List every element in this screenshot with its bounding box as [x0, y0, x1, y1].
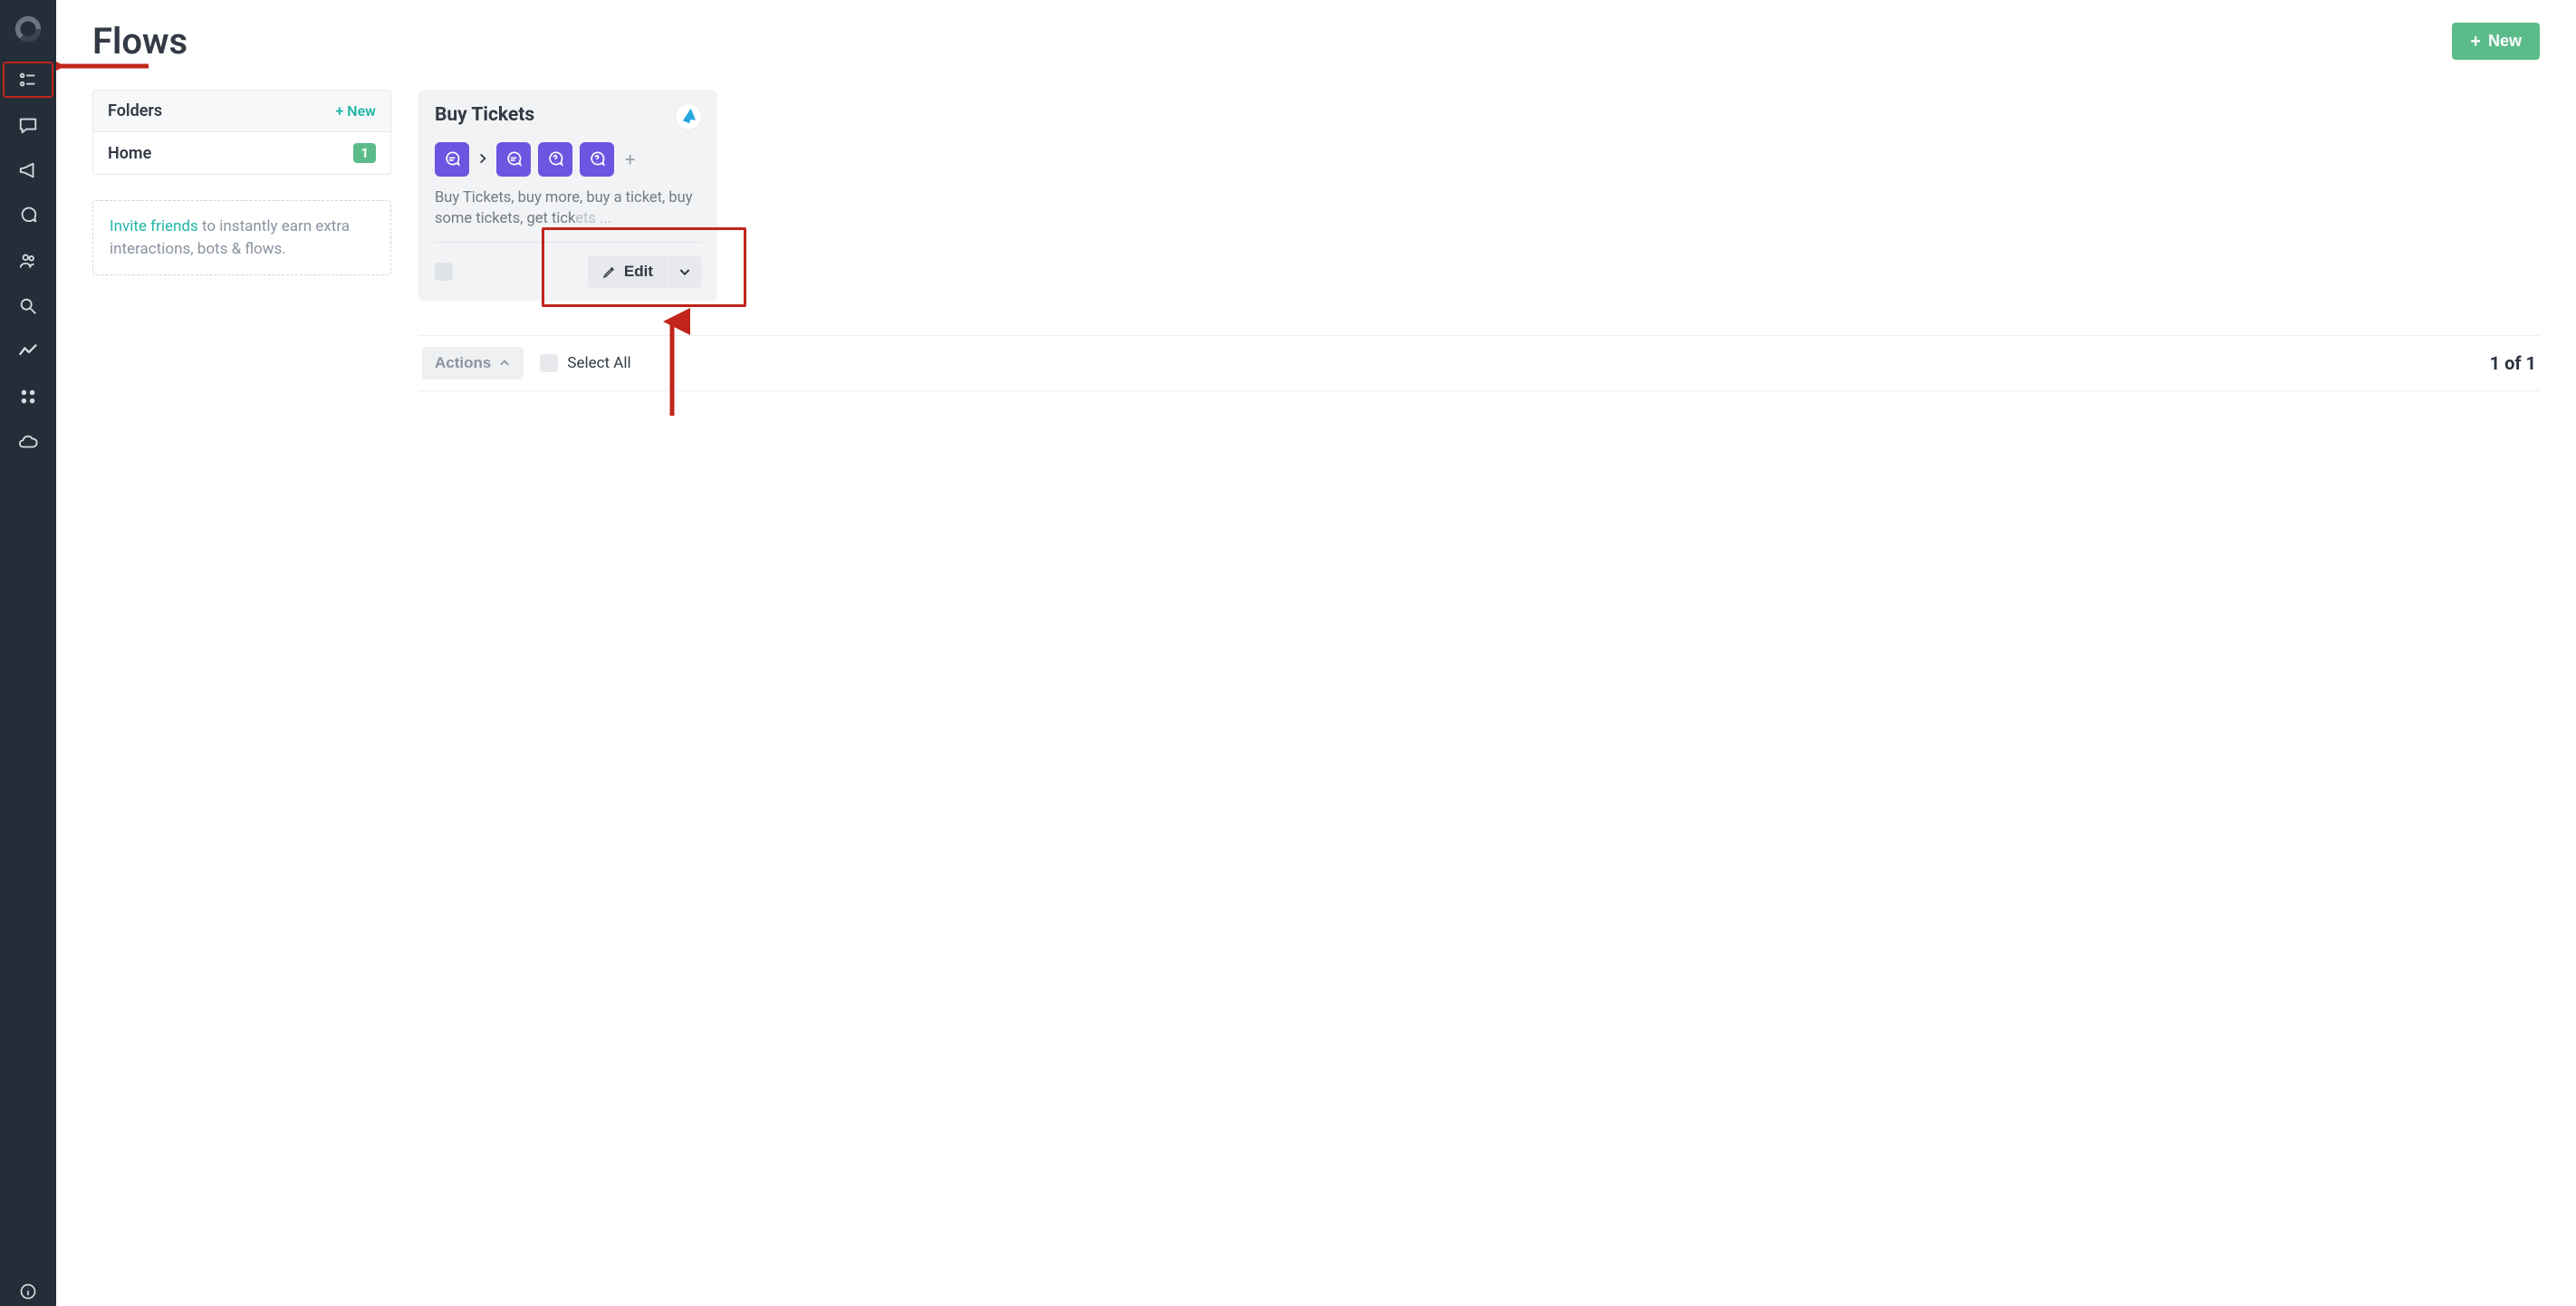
- flow-step-question-icon[interactable]: [580, 142, 614, 177]
- main-content: Flows + New Folders + New Home 1: [56, 0, 2576, 1306]
- invite-box: Invite friends to instantly earn extra i…: [92, 200, 391, 275]
- telegram-icon: [676, 104, 701, 130]
- folders-panel: Folders + New Home 1: [92, 90, 391, 175]
- actions-bar: Actions Select All 1 of 1: [418, 335, 2540, 391]
- app-logo: [10, 11, 46, 47]
- folders-header: Folders + New: [93, 91, 390, 131]
- folders-title: Folders: [108, 101, 162, 120]
- folder-row-home[interactable]: Home 1: [93, 131, 390, 174]
- flow-title: Buy Tickets: [435, 104, 534, 126]
- chevron-up-icon: [498, 357, 511, 370]
- nav-item-flows[interactable]: [3, 62, 53, 98]
- actions-label: Actions: [435, 354, 491, 372]
- nav-item-cloud[interactable]: [3, 424, 53, 460]
- plus-icon: +: [335, 102, 343, 120]
- flow-step-question-icon[interactable]: [538, 142, 572, 177]
- plus-icon: +: [2470, 33, 2481, 51]
- folders-column: Folders + New Home 1 Invite friends to i…: [92, 90, 391, 275]
- nav-item-help[interactable]: [0, 1282, 56, 1301]
- edit-dropdown-button[interactable]: [668, 255, 701, 288]
- folder-name: Home: [108, 144, 151, 163]
- new-folder-label: New: [347, 102, 376, 120]
- edit-label: Edit: [624, 263, 653, 281]
- chevron-right-icon: [476, 151, 489, 168]
- invite-friends-link[interactable]: Invite friends: [110, 217, 198, 235]
- page-title: Flows: [92, 20, 187, 62]
- nav-item-chat[interactable]: [3, 107, 53, 143]
- new-flow-label: New: [2488, 32, 2522, 51]
- select-all-label: Select All: [567, 354, 630, 372]
- select-all[interactable]: Select All: [540, 354, 630, 372]
- new-folder-button[interactable]: + New: [335, 102, 376, 120]
- new-flow-button[interactable]: + New: [2452, 23, 2540, 60]
- content-column: Buy Tickets: [418, 90, 2540, 391]
- add-step-button[interactable]: +: [621, 149, 639, 170]
- nav-item-conversation[interactable]: [3, 197, 53, 234]
- flow-step-message-icon[interactable]: [435, 142, 469, 177]
- flow-card[interactable]: Buy Tickets: [418, 90, 717, 301]
- edit-button-group: Edit: [588, 255, 701, 288]
- edit-flow-button[interactable]: Edit: [588, 255, 668, 288]
- actions-dropdown[interactable]: Actions: [422, 347, 524, 379]
- nav-item-megaphone[interactable]: [3, 152, 53, 188]
- pencil-icon: [602, 264, 617, 279]
- page-count: 1 of 1: [2490, 352, 2536, 374]
- select-all-checkbox[interactable]: [540, 354, 558, 372]
- nav-item-apps[interactable]: [3, 379, 53, 415]
- page-header: Flows + New: [92, 20, 2540, 62]
- folder-count-badge: 1: [353, 143, 376, 163]
- nav-item-users[interactable]: [3, 243, 53, 279]
- flow-steps: +: [435, 142, 701, 177]
- chevron-down-icon: [678, 264, 692, 279]
- flow-step-message-icon[interactable]: [496, 142, 531, 177]
- flow-select-checkbox[interactable]: [435, 263, 453, 281]
- flow-description: Buy Tickets, buy more, buy a ticket, buy…: [435, 187, 701, 243]
- nav-item-search[interactable]: [3, 288, 53, 324]
- nav-rail: [0, 0, 56, 1306]
- nav-item-analytics[interactable]: [3, 333, 53, 370]
